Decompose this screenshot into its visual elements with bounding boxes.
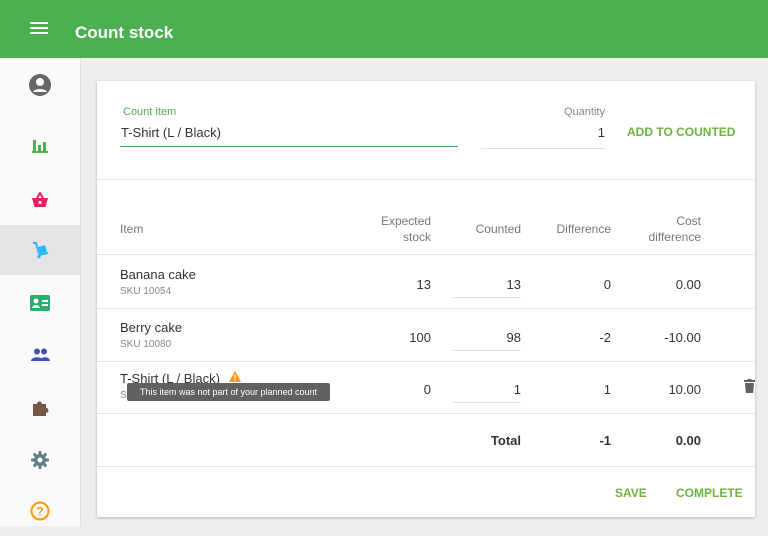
count-item-input[interactable]: T-Shirt (L / Black) bbox=[121, 125, 221, 140]
warning-icon[interactable] bbox=[229, 371, 241, 382]
quantity-underline bbox=[481, 148, 605, 149]
sidebar-item-reports[interactable] bbox=[0, 120, 80, 170]
divider bbox=[97, 466, 755, 467]
count-stock-card: Count item T-Shirt (L / Black) Quantity … bbox=[97, 81, 755, 517]
cost-difference-value: 10.00 bbox=[668, 382, 701, 397]
counted-underline bbox=[453, 297, 521, 298]
divider bbox=[97, 361, 755, 362]
gear-icon bbox=[31, 451, 49, 469]
counted-underline bbox=[453, 350, 521, 351]
total-cost-difference: 0.00 bbox=[675, 433, 701, 448]
bar-chart-icon bbox=[32, 140, 48, 153]
sidebar-item-account[interactable] bbox=[0, 60, 80, 110]
account-icon bbox=[29, 74, 51, 96]
count-item-label: Count item bbox=[123, 106, 177, 118]
save-button[interactable]: SAVE bbox=[615, 486, 647, 500]
total-label: Total bbox=[490, 433, 521, 448]
sidebar-item-employees[interactable] bbox=[0, 330, 80, 380]
divider bbox=[97, 308, 755, 309]
page-title: Count stock bbox=[75, 23, 174, 42]
menu-icon[interactable] bbox=[30, 19, 48, 39]
puzzle-icon bbox=[33, 401, 49, 416]
app-bar: Count stock bbox=[0, 0, 768, 58]
people-icon bbox=[31, 348, 50, 361]
complete-button[interactable]: COMPLETE bbox=[676, 486, 743, 500]
column-header-cost-difference: Cost difference bbox=[648, 214, 701, 244]
difference-value: -2 bbox=[599, 330, 611, 345]
cost-difference-value: 0.00 bbox=[675, 277, 701, 292]
column-header-counted: Counted bbox=[475, 222, 521, 236]
item-name: Berry cake bbox=[120, 320, 183, 335]
divider bbox=[97, 179, 755, 180]
svg-text:?: ? bbox=[36, 505, 43, 519]
sidebar-item-help[interactable]: ? bbox=[0, 486, 80, 536]
total-difference: -1 bbox=[599, 433, 611, 448]
divider bbox=[97, 254, 755, 255]
difference-value: 0 bbox=[603, 277, 611, 292]
cost-difference-value: -10.00 bbox=[664, 330, 701, 345]
help-icon: ? bbox=[30, 501, 50, 521]
item-sku: SKU 10080 bbox=[120, 339, 172, 350]
quantity-label: Quantity bbox=[564, 106, 605, 118]
counted-underline bbox=[453, 402, 521, 403]
counted-input[interactable]: 1 bbox=[453, 382, 521, 397]
sidebar-item-add-ons[interactable] bbox=[0, 383, 80, 433]
column-header-item: Item bbox=[120, 222, 144, 236]
expected-stock-value: 100 bbox=[409, 330, 431, 345]
divider bbox=[97, 413, 755, 414]
basket-icon bbox=[32, 192, 48, 207]
counted-input[interactable]: 98 bbox=[453, 330, 521, 345]
sidebar-item-inventory[interactable] bbox=[0, 225, 80, 275]
tooltip: This item was not part of your planned c… bbox=[127, 383, 330, 401]
item-sku: S bbox=[120, 390, 127, 401]
item-name: Banana cake bbox=[120, 267, 196, 282]
sidebar-item-settings[interactable] bbox=[0, 435, 80, 485]
counted-input[interactable]: 13 bbox=[453, 277, 521, 292]
trash-icon[interactable] bbox=[744, 379, 755, 393]
quantity-input[interactable]: 1 bbox=[481, 125, 605, 140]
expected-stock-value: 0 bbox=[423, 382, 431, 397]
trolley-icon bbox=[33, 242, 49, 259]
add-to-counted-button[interactable]: ADD TO COUNTED bbox=[627, 125, 735, 139]
difference-value: 1 bbox=[603, 382, 611, 397]
column-header-expected-stock: Expected stock bbox=[380, 214, 431, 244]
count-item-underline bbox=[120, 146, 458, 147]
sidebar-item-customers[interactable] bbox=[0, 278, 80, 328]
column-header-difference: Difference bbox=[556, 222, 611, 236]
expected-stock-value: 13 bbox=[416, 277, 431, 292]
sidebar: ? bbox=[0, 58, 81, 526]
sidebar-item-sales[interactable] bbox=[0, 175, 80, 225]
item-sku: SKU 10054 bbox=[120, 286, 172, 297]
contact-card-icon bbox=[30, 295, 50, 311]
